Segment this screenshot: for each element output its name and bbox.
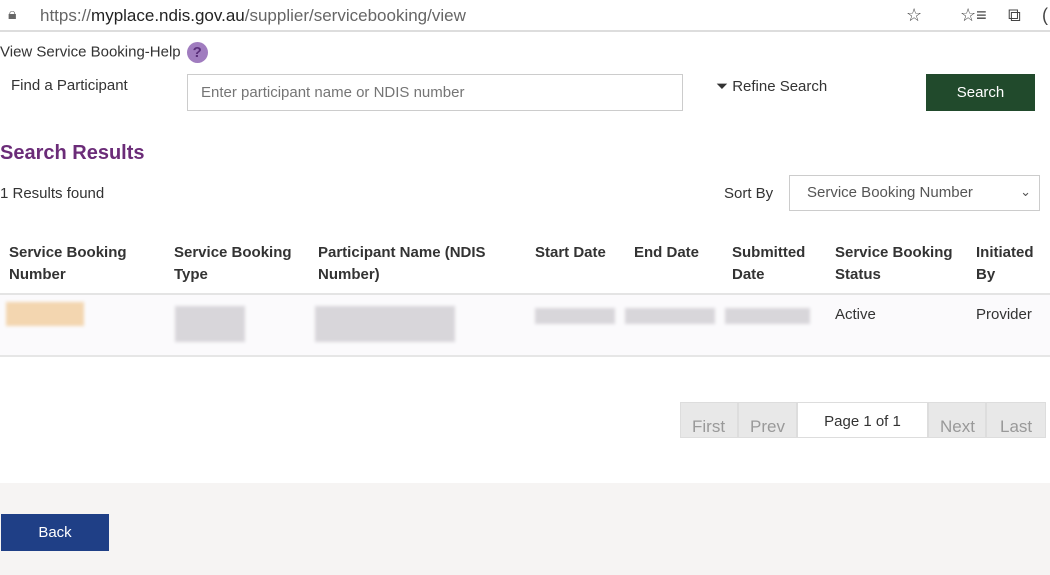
url-domain: myplace.ndis.gov.au: [91, 6, 245, 25]
redacted-participant-name: [315, 306, 455, 342]
find-participant-label: Find a Participant: [11, 77, 128, 94]
column-header[interactable]: Initiated By: [976, 242, 1050, 286]
url-text[interactable]: https://myplace.ndis.gov.au/supplier/ser…: [40, 6, 466, 26]
column-header[interactable]: Service Booking Status: [835, 242, 965, 286]
prev-page-button[interactable]: Prev: [738, 402, 797, 438]
star-icon[interactable]: ☆: [906, 5, 922, 26]
chevron-down-icon: ⏷: [716, 78, 729, 95]
column-header[interactable]: End Date: [634, 242, 724, 264]
results-title: Search Results: [0, 142, 145, 164]
help-link[interactable]: View Service Booking-Help?: [0, 42, 208, 63]
refine-search-toggle[interactable]: ⏷ Refine Search: [716, 78, 827, 95]
lock-icon[interactable]: 🔒︎: [8, 6, 17, 24]
column-header[interactable]: Submitted Date: [732, 242, 822, 286]
next-page-button[interactable]: Next: [928, 402, 986, 438]
initiated-by: Provider: [976, 306, 1032, 323]
url-prefix: https://: [40, 6, 92, 25]
refine-search-label: Refine Search: [732, 78, 828, 95]
page-indicator: Page 1 of 1: [797, 402, 928, 438]
redacted-booking-type: [175, 306, 245, 342]
help-question-icon[interactable]: ?: [186, 42, 208, 63]
browser-address-bar[interactable]: 🔒︎ https://myplace.ndis.gov.au/supplier/…: [0, 0, 1050, 32]
redacted-start-date: [535, 308, 615, 324]
redacted-booking-number[interactable]: [6, 302, 84, 326]
redacted-submitted-date: [725, 308, 810, 324]
search-button[interactable]: Search: [926, 74, 1035, 111]
url-path: /supplier/servicebooking/view: [244, 6, 466, 25]
chevron-down-icon: ⌄: [1020, 184, 1031, 199]
help-label: View Service Booking-Help: [0, 43, 181, 61]
sort-by-label: Sort By: [724, 185, 774, 202]
table-row[interactable]: [0, 295, 1050, 357]
back-button[interactable]: Back: [1, 514, 109, 551]
favorites-icon[interactable]: ☆≡: [960, 5, 987, 26]
results-count: 1 Results found: [0, 185, 105, 202]
column-header[interactable]: Participant Name (NDIS Number): [318, 242, 518, 286]
last-page-button[interactable]: Last: [986, 402, 1046, 438]
participant-search-input[interactable]: [187, 74, 683, 111]
column-header[interactable]: Service Booking Type: [174, 242, 304, 286]
redacted-end-date: [625, 308, 715, 324]
column-header[interactable]: Service Booking Number: [9, 242, 149, 286]
sort-by-select[interactable]: Service Booking Number ⌄: [789, 175, 1040, 211]
booking-status: Active: [835, 306, 876, 323]
sort-value: Service Booking Number: [807, 184, 973, 201]
column-header[interactable]: Start Date: [535, 242, 625, 264]
first-page-button[interactable]: First: [680, 402, 738, 438]
profile-icon[interactable]: (: [1042, 5, 1048, 26]
footer-area: [0, 483, 1050, 575]
collections-icon[interactable]: ⧉: [1008, 5, 1021, 26]
